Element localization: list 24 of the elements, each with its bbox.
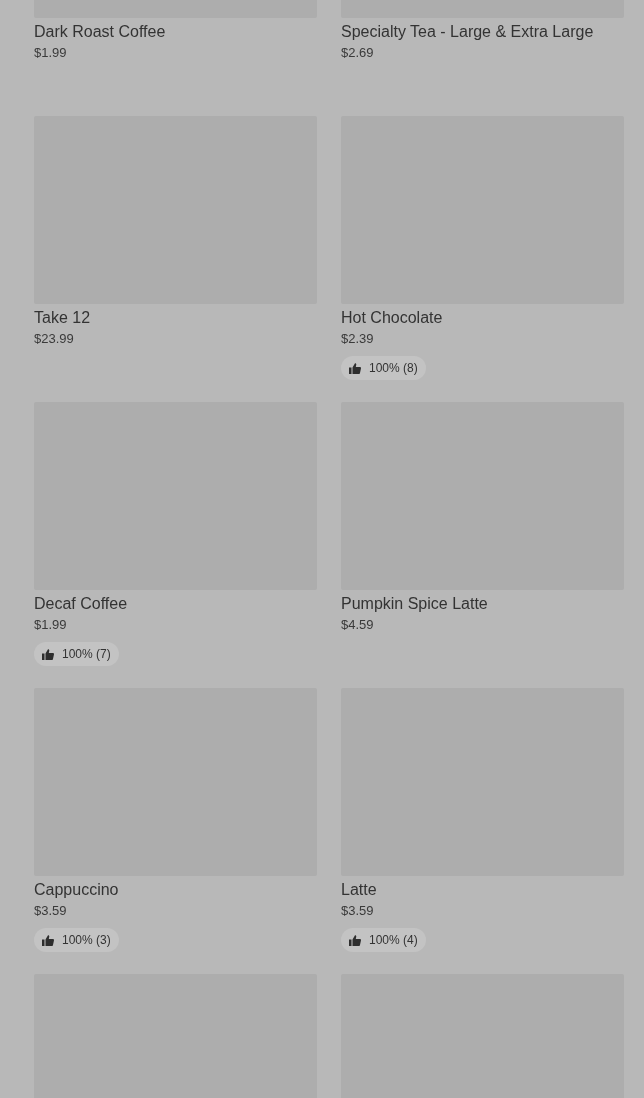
thumbs-up-icon	[349, 934, 361, 946]
thumbs-up-icon	[42, 648, 54, 660]
product-price: $1.99	[34, 617, 68, 633]
product-price: $3.59	[34, 903, 68, 919]
product-name[interactable]: Pumpkin Spice Latte	[341, 594, 624, 614]
product-price: $4.59	[341, 617, 375, 633]
product-name[interactable]: Latte	[341, 880, 624, 900]
product-price: $1.99	[34, 45, 68, 61]
product-price: $2.39	[341, 331, 375, 347]
rating-badge: 100% (4)	[341, 928, 426, 952]
product-name[interactable]: Dark Roast Coffee	[34, 22, 317, 42]
thumbs-up-icon	[42, 934, 54, 946]
product-price: $23.99	[34, 331, 75, 347]
rating-badge: 100% (7)	[34, 642, 119, 666]
product-name[interactable]: Decaf Coffee	[34, 594, 317, 614]
product-name[interactable]: Take 12	[34, 308, 317, 328]
product-price: $3.59	[341, 903, 375, 919]
product-price: $2.69	[341, 45, 375, 61]
product-name[interactable]: Specialty Tea - Large & Extra Large	[341, 22, 624, 42]
rating-badge: 100% (8)	[341, 356, 426, 380]
thumbs-up-icon	[349, 362, 361, 374]
rating-badge: 100% (3)	[34, 928, 119, 952]
product-name[interactable]: Cappuccino	[34, 880, 317, 900]
product-name[interactable]: Hot Chocolate	[341, 308, 624, 328]
